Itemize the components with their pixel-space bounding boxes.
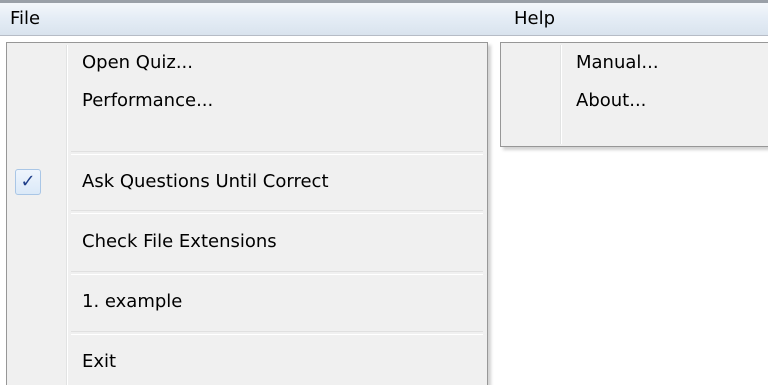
menu-item-label: Performance... [82,90,214,111]
menu-file[interactable]: File [0,3,50,36]
checkmark-icon: ✓ [15,169,41,195]
menu-item-check-file-extensions[interactable]: Check File Extensions [9,224,485,260]
menu-item-about[interactable]: About... [503,83,766,119]
menu-separator [71,151,483,155]
menu-item-open-quiz[interactable]: Open Quiz... [9,45,485,81]
application-window: File Help Open Quiz... Performance... ✓ … [0,0,768,385]
menu-item-label: About... [576,90,647,111]
menu-item-performance[interactable]: Performance... [9,83,485,119]
help-dropdown-menu: Manual... About... [500,42,768,147]
menu-separator [71,271,483,275]
menu-item-manual[interactable]: Manual... [503,45,766,81]
menu-help[interactable]: Help [504,3,565,36]
menu-item-label: 1. example [82,291,183,312]
menu-separator [71,331,483,335]
file-dropdown-menu: Open Quiz... Performance... ✓ Ask Questi… [6,42,488,385]
menu-bar: File Help [0,0,768,36]
menu-separator [71,210,483,214]
menu-item-label: Open Quiz... [82,52,193,73]
menu-item-ask-questions-until-correct[interactable]: ✓ Ask Questions Until Correct [9,164,485,200]
menu-item-label: Ask Questions Until Correct [82,171,329,192]
menu-item-label: Check File Extensions [82,231,277,252]
menu-item-label: Manual... [576,52,659,73]
menu-item-exit[interactable]: Exit [9,344,485,380]
menu-item-label: Exit [82,351,117,372]
menu-item-recent-file[interactable]: 1. example [9,284,485,320]
